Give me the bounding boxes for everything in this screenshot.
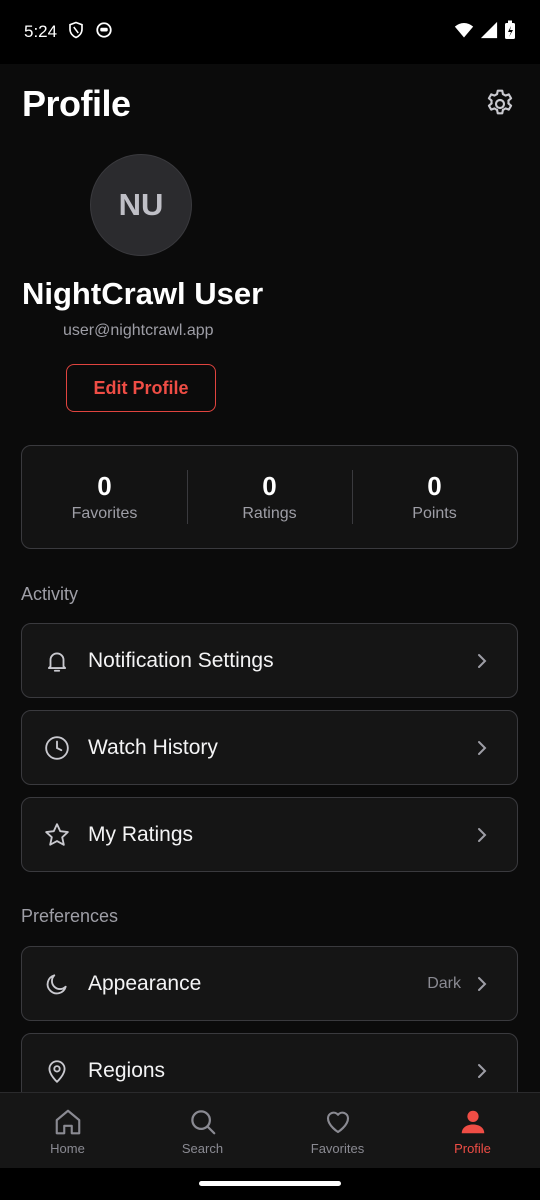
nav-search[interactable]: Search xyxy=(135,1093,270,1169)
edit-profile-button[interactable]: Edit Profile xyxy=(66,364,216,412)
settings-gear-icon[interactable] xyxy=(482,86,518,122)
nav-label: Search xyxy=(181,1140,224,1156)
chevron-right-icon xyxy=(475,1063,489,1078)
nav-label: Favorites xyxy=(310,1140,365,1156)
stat-label: Ratings xyxy=(242,505,297,522)
signal-icon xyxy=(480,21,498,44)
stat-value: 0 xyxy=(97,471,112,501)
user-name: NightCrawl User xyxy=(22,276,264,311)
home-indicator[interactable] xyxy=(199,1181,341,1186)
stat-points: 0 Points xyxy=(352,446,517,548)
row-label: My Ratings xyxy=(88,822,194,846)
row-label: Appearance xyxy=(88,971,202,995)
appearance-row[interactable]: Appearance Dark xyxy=(21,946,518,1021)
user-email: user@nightcrawl.app xyxy=(63,322,214,339)
appearance-value: Dark xyxy=(427,974,461,992)
moon-icon xyxy=(44,971,70,997)
row-label: Notification Settings xyxy=(88,648,274,672)
row-label: Watch History xyxy=(88,735,218,759)
star-icon xyxy=(44,822,70,848)
header: Profile xyxy=(22,80,518,128)
stat-label: Points xyxy=(412,505,457,522)
status-bar: 5:24 xyxy=(0,0,540,64)
person-icon xyxy=(461,1110,484,1133)
stat-value: 0 xyxy=(262,471,277,501)
stat-ratings: 0 Ratings xyxy=(187,446,352,548)
nav-favorites[interactable]: Favorites xyxy=(270,1093,405,1169)
stats-card: 0 Favorites 0 Ratings 0 Points xyxy=(21,445,518,549)
chevron-right-icon xyxy=(475,653,489,668)
nav-home[interactable]: Home xyxy=(0,1093,135,1169)
my-ratings-row[interactable]: My Ratings xyxy=(21,797,518,872)
section-preferences-label: Preferences xyxy=(21,906,119,926)
battery-icon xyxy=(504,20,516,45)
chevron-right-icon xyxy=(475,740,489,755)
stat-value: 0 xyxy=(427,471,442,501)
bell-icon xyxy=(44,648,70,674)
chevron-right-icon xyxy=(475,976,489,991)
heart-icon xyxy=(326,1111,349,1133)
chevron-right-icon xyxy=(475,827,489,842)
notification-settings-row[interactable]: Notification Settings xyxy=(21,623,518,698)
stat-label: Favorites xyxy=(71,505,138,522)
nav-label: Profile xyxy=(454,1140,491,1156)
shield-icon xyxy=(67,21,85,44)
face-icon xyxy=(95,21,113,44)
watch-history-row[interactable]: Watch History xyxy=(21,710,518,785)
location-pin-icon xyxy=(44,1058,70,1084)
clock-icon xyxy=(44,735,70,761)
section-activity-label: Activity xyxy=(21,584,79,604)
nav-profile[interactable]: Profile xyxy=(405,1093,540,1169)
avatar: NU xyxy=(90,154,192,256)
home-icon xyxy=(55,1109,80,1134)
wifi-icon xyxy=(454,21,474,44)
row-label: Regions xyxy=(88,1058,166,1082)
status-time: 5:24 xyxy=(24,22,58,41)
stat-favorites: 0 Favorites xyxy=(22,446,187,548)
bottom-nav: Home Search Favorites Profile xyxy=(0,1092,540,1169)
search-icon xyxy=(190,1109,215,1134)
page-title: Profile xyxy=(22,83,131,124)
nav-label: Home xyxy=(50,1140,85,1156)
